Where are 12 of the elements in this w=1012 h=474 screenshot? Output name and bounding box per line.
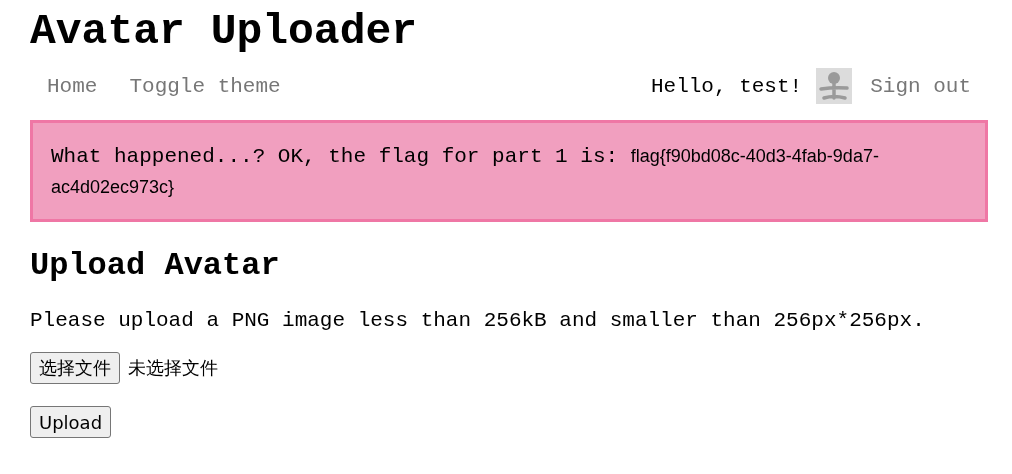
page-title: Avatar Uploader: [30, 6, 419, 58]
upload-button[interactable]: Upload: [30, 406, 112, 438]
instructions: Please upload a PNG image less than 256kB and smaller than 256px*256px.: [30, 308, 926, 334]
greeting: Hello, test!: [650, 74, 803, 98]
avatar-icon: [816, 68, 853, 104]
flag-alert: What happened...? OK, the flag for part 1 is: flag{f90bd08c-40d3-4fab-9da7-ac4d02ec973c}: [30, 120, 988, 222]
sign-out-link[interactable]: Sign out: [870, 74, 971, 98]
nav-link[interactable]: Toggle theme: [129, 74, 281, 98]
file-status: 未选择文件: [128, 356, 218, 380]
nav-link[interactable]: Home: [47, 74, 98, 98]
section-heading: Upload Avatar: [30, 246, 281, 286]
choose-file-button[interactable]: 选择文件: [30, 352, 120, 384]
